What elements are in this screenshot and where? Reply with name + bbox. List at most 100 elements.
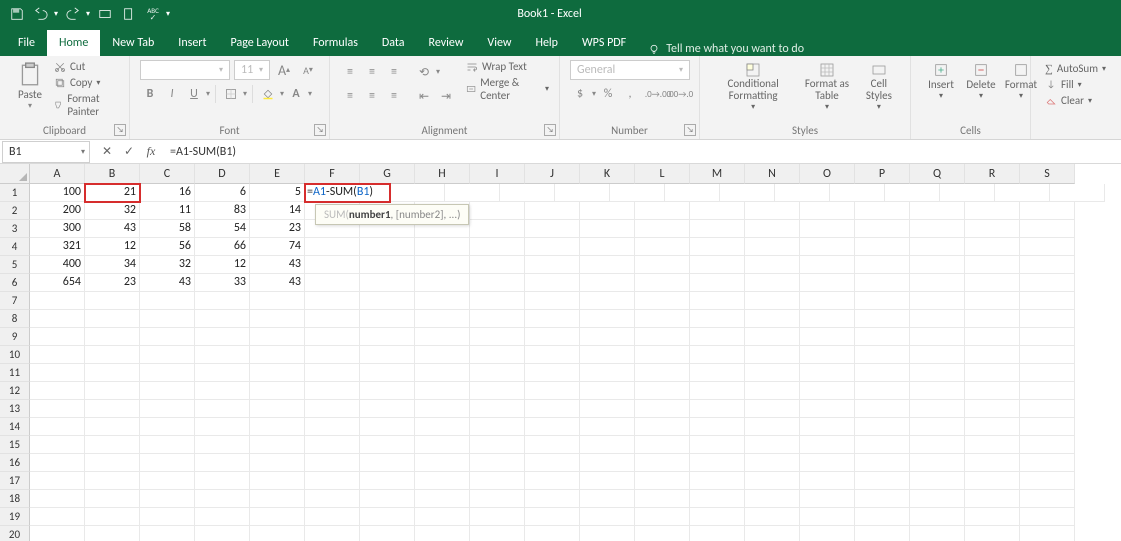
clipboard-dialog-launcher[interactable]: ↘ bbox=[114, 124, 126, 136]
cell-O12[interactable] bbox=[800, 382, 855, 400]
cell-G19[interactable] bbox=[360, 508, 415, 526]
cell-M8[interactable] bbox=[690, 310, 745, 328]
cell-N16[interactable] bbox=[745, 454, 800, 472]
column-header-P[interactable]: P bbox=[855, 164, 910, 184]
align-left-button[interactable]: ≡ bbox=[340, 86, 360, 106]
cell-B16[interactable] bbox=[85, 454, 140, 472]
cell-P7[interactable] bbox=[855, 292, 910, 310]
increase-decimal-button[interactable]: .0→.00 bbox=[648, 84, 668, 104]
cell-R9[interactable] bbox=[965, 328, 1020, 346]
cell-C12[interactable] bbox=[140, 382, 195, 400]
cell-M4[interactable] bbox=[690, 238, 745, 256]
cell-I18[interactable] bbox=[470, 490, 525, 508]
cell-I2[interactable] bbox=[470, 202, 525, 220]
cell-Q11[interactable] bbox=[910, 364, 965, 382]
cell-J4[interactable] bbox=[525, 238, 580, 256]
cell-P6[interactable] bbox=[855, 274, 910, 292]
cell-Q16[interactable] bbox=[910, 454, 965, 472]
cell-F10[interactable] bbox=[305, 346, 360, 364]
cell-O10[interactable] bbox=[800, 346, 855, 364]
cells-area[interactable]: 100211665=A1-SUM(B1)20032118314300435854… bbox=[30, 184, 1121, 541]
row-header-1[interactable]: 1 bbox=[0, 184, 30, 202]
cell-K11[interactable] bbox=[580, 364, 635, 382]
cell-H16[interactable] bbox=[415, 454, 470, 472]
cell-S9[interactable] bbox=[1020, 328, 1075, 346]
column-header-O[interactable]: O bbox=[800, 164, 855, 184]
cell-K18[interactable] bbox=[580, 490, 635, 508]
cell-O8[interactable] bbox=[800, 310, 855, 328]
cell-C2[interactable]: 11 bbox=[140, 202, 195, 220]
cell-O5[interactable] bbox=[800, 256, 855, 274]
cell-I8[interactable] bbox=[470, 310, 525, 328]
cell-O15[interactable] bbox=[800, 436, 855, 454]
cell-S2[interactable] bbox=[1020, 202, 1075, 220]
row-header-16[interactable]: 16 bbox=[0, 454, 30, 472]
cell-G15[interactable] bbox=[360, 436, 415, 454]
cell-J3[interactable] bbox=[525, 220, 580, 238]
select-all-corner[interactable] bbox=[0, 164, 30, 184]
cell-J7[interactable] bbox=[525, 292, 580, 310]
cell-Q19[interactable] bbox=[910, 508, 965, 526]
align-center-button[interactable]: ≡ bbox=[362, 86, 382, 106]
cell-A11[interactable] bbox=[30, 364, 85, 382]
touch-mode-icon[interactable] bbox=[120, 5, 138, 23]
cell-P11[interactable] bbox=[855, 364, 910, 382]
cell-M19[interactable] bbox=[690, 508, 745, 526]
cell-S16[interactable] bbox=[1020, 454, 1075, 472]
cell-O13[interactable] bbox=[800, 400, 855, 418]
cell-M6[interactable] bbox=[690, 274, 745, 292]
cell-R20[interactable] bbox=[965, 526, 1020, 541]
cell-H10[interactable] bbox=[415, 346, 470, 364]
cell-C20[interactable] bbox=[140, 526, 195, 541]
cell-E9[interactable] bbox=[250, 328, 305, 346]
cell-R11[interactable] bbox=[965, 364, 1020, 382]
cell-A13[interactable] bbox=[30, 400, 85, 418]
column-header-N[interactable]: N bbox=[745, 164, 800, 184]
cell-N8[interactable] bbox=[745, 310, 800, 328]
cell-S17[interactable] bbox=[1020, 472, 1075, 490]
cell-D10[interactable] bbox=[195, 346, 250, 364]
cell-D19[interactable] bbox=[195, 508, 250, 526]
cell-C1[interactable]: 16 bbox=[140, 184, 195, 202]
cell-Q7[interactable] bbox=[910, 292, 965, 310]
cell-O19[interactable] bbox=[800, 508, 855, 526]
redo-dropdown-icon[interactable]: ▾ bbox=[86, 9, 90, 19]
cell-P1[interactable] bbox=[885, 184, 940, 202]
cell-C17[interactable] bbox=[140, 472, 195, 490]
column-header-D[interactable]: D bbox=[195, 164, 250, 184]
cell-R18[interactable] bbox=[965, 490, 1020, 508]
cell-I3[interactable] bbox=[470, 220, 525, 238]
cell-F13[interactable] bbox=[305, 400, 360, 418]
delete-cells-button[interactable]: Delete▾ bbox=[961, 60, 1001, 103]
cell-Q14[interactable] bbox=[910, 418, 965, 436]
cell-I14[interactable] bbox=[470, 418, 525, 436]
cell-L20[interactable] bbox=[635, 526, 690, 541]
cell-F15[interactable] bbox=[305, 436, 360, 454]
cell-B11[interactable] bbox=[85, 364, 140, 382]
cell-N11[interactable] bbox=[745, 364, 800, 382]
cell-P5[interactable] bbox=[855, 256, 910, 274]
cell-S19[interactable] bbox=[1020, 508, 1075, 526]
cell-N9[interactable] bbox=[745, 328, 800, 346]
redo-icon[interactable] bbox=[64, 5, 82, 23]
cell-J15[interactable] bbox=[525, 436, 580, 454]
cell-P13[interactable] bbox=[855, 400, 910, 418]
cell-S5[interactable] bbox=[1020, 256, 1075, 274]
cell-B14[interactable] bbox=[85, 418, 140, 436]
cancel-formula-button[interactable]: ✕ bbox=[96, 141, 118, 163]
cell-S1[interactable] bbox=[1050, 184, 1105, 202]
font-name-combo[interactable]: ▾ bbox=[140, 60, 230, 80]
cell-J16[interactable] bbox=[525, 454, 580, 472]
cell-E10[interactable] bbox=[250, 346, 305, 364]
cell-J11[interactable] bbox=[525, 364, 580, 382]
qat-custom-icon[interactable] bbox=[96, 5, 114, 23]
font-color-button[interactable]: A bbox=[286, 84, 306, 104]
cell-G4[interactable] bbox=[360, 238, 415, 256]
cell-J1[interactable] bbox=[555, 184, 610, 202]
cell-P3[interactable] bbox=[855, 220, 910, 238]
cell-R6[interactable] bbox=[965, 274, 1020, 292]
cell-L2[interactable] bbox=[635, 202, 690, 220]
cell-M12[interactable] bbox=[690, 382, 745, 400]
cell-J17[interactable] bbox=[525, 472, 580, 490]
cell-H13[interactable] bbox=[415, 400, 470, 418]
